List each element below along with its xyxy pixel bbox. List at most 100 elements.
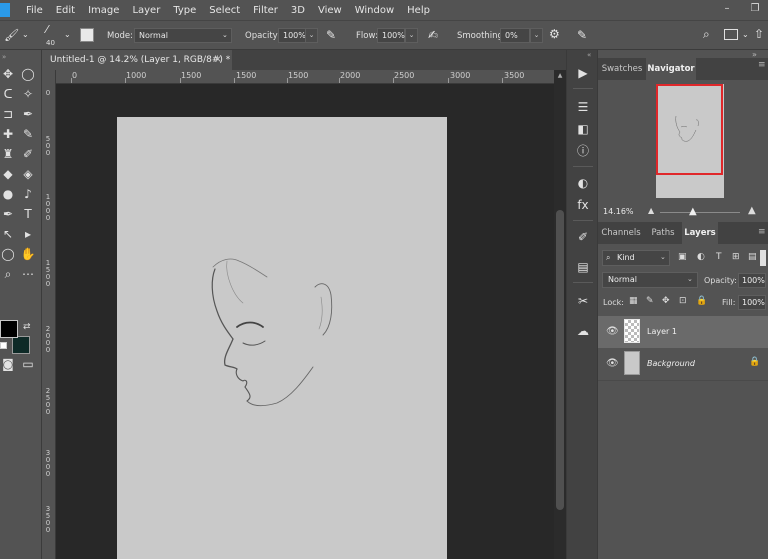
menu-filter[interactable]: Filter <box>247 5 285 16</box>
vertical-ruler[interactable]: 0 500 1000 1500 2000 2500 3000 3500 <box>42 70 56 559</box>
brush-tool-active-icon[interactable]: ✎ <box>20 126 36 142</box>
panel-collapse-icon[interactable]: » <box>752 50 757 59</box>
brush-preset-icon[interactable]: ⁄ <box>46 23 48 36</box>
move-tool-icon[interactable]: ✥ <box>0 66 16 82</box>
menu-image[interactable]: Image <box>82 5 126 16</box>
tab-navigator[interactable]: Navigator <box>646 58 696 80</box>
color-panel-icon[interactable]: ◐ <box>574 174 592 192</box>
layer-filter-select[interactable]: ⌕ Kind ⌄ <box>602 250 670 266</box>
tool-presets-icon[interactable]: ✂ <box>574 292 592 310</box>
layers-menu-icon[interactable]: ≡ <box>758 227 766 237</box>
marquee-tool-icon[interactable]: ◯ <box>20 66 36 82</box>
shape-tool-icon[interactable]: ◯ <box>0 246 16 262</box>
history-brush-tool-icon[interactable]: ✐ <box>20 146 36 162</box>
eye-icon[interactable]: 👁 <box>606 358 619 369</box>
zoom-value[interactable]: 14.16% <box>603 207 634 216</box>
brush-settings-icon[interactable] <box>80 28 94 42</box>
menu-edit[interactable]: Edit <box>50 5 82 16</box>
zoom-in-icon[interactable]: ▲ <box>748 205 756 216</box>
lock-position-icon[interactable]: ✥ <box>662 296 670 306</box>
layer-name[interactable]: Background <box>647 359 695 368</box>
filter-smart-object-icon[interactable]: ▤ <box>748 252 757 262</box>
tab-paths[interactable]: Paths <box>644 222 682 244</box>
type-tool-icon[interactable]: T <box>20 206 36 222</box>
background-color-swatch[interactable] <box>12 336 30 354</box>
brushes-panel-icon[interactable]: ✐ <box>574 228 592 246</box>
tab-swatches[interactable]: Swatches <box>598 58 646 80</box>
lock-artboard-icon[interactable]: ⊡ <box>679 296 687 306</box>
swap-colors-icon[interactable]: ⇄ <box>23 322 31 332</box>
chevron-down-icon[interactable]: ⌄ <box>22 30 29 39</box>
zoom-out-icon[interactable]: ▲ <box>648 206 654 215</box>
menu-help[interactable]: Help <box>401 5 437 16</box>
gear-icon[interactable]: ⚙ <box>549 27 560 41</box>
minimize-button[interactable]: – <box>716 0 738 20</box>
menu-3d[interactable]: 3D <box>285 5 312 16</box>
default-colors-icon[interactable] <box>0 342 7 349</box>
clone-source-panel-icon[interactable]: ▤ <box>574 258 592 276</box>
brush-preset-dropdown-icon[interactable]: ⌄ <box>64 30 71 39</box>
flow-dropdown-icon[interactable]: ⌄ <box>405 28 418 43</box>
vertical-scrollbar[interactable]: ▲ <box>554 70 566 559</box>
mode-dropdown-icon[interactable]: ⌄ <box>222 31 228 39</box>
lasso-tool-icon[interactable]: ᑕ <box>0 86 16 102</box>
layer-row-layer-1[interactable]: 👁 Layer 1 <box>598 316 768 348</box>
scroll-up-icon[interactable]: ▲ <box>556 72 564 79</box>
libraries-panel-icon[interactable]: ◧ <box>574 120 592 138</box>
crop-tool-icon[interactable]: ⊐ <box>0 106 16 122</box>
filter-adjustment-icon[interactable]: ◐ <box>697 252 705 262</box>
direct-select-tool-icon[interactable]: ▸ <box>20 226 36 242</box>
brush-tool-icon[interactable]: 🖌 <box>4 28 19 42</box>
pressure-opacity-icon[interactable]: ✎ <box>326 28 336 42</box>
menu-type[interactable]: Type <box>167 5 203 16</box>
zoom-slider-thumb[interactable]: ▲ <box>689 206 697 217</box>
airbrush-icon[interactable]: ✍ <box>428 28 438 42</box>
document-canvas[interactable] <box>117 117 447 559</box>
document-tab[interactable]: Untitled-1 @ 14.2% (Layer 1, RGB/8#) * × <box>42 50 232 70</box>
eye-icon[interactable]: 👁 <box>606 326 619 337</box>
toolbox-collapse-icon[interactable]: » <box>2 53 6 61</box>
info-panel-icon[interactable]: ⓘ <box>574 142 592 160</box>
mode-select[interactable]: Normal <box>134 28 232 43</box>
lock-all-icon[interactable]: 🔒 <box>696 296 707 306</box>
layer-row-background[interactable]: 👁 Background 🔒 <box>598 348 768 380</box>
foreground-color-swatch[interactable] <box>0 320 18 338</box>
opacity-dropdown-icon[interactable]: ⌄ <box>305 28 318 43</box>
layer-name[interactable]: Layer 1 <box>647 327 677 336</box>
pen-tool-icon[interactable]: ✒ <box>0 206 16 222</box>
menu-view[interactable]: View <box>312 5 349 16</box>
horizontal-ruler[interactable]: 0 1000 1500 1500 1500 2000 2500 3000 350… <box>56 70 554 84</box>
lock-image-icon[interactable]: ✎ <box>646 296 654 306</box>
eyedropper-tool-icon[interactable]: ✒ <box>20 106 36 122</box>
filter-pixel-icon[interactable]: ▣ <box>678 252 687 262</box>
panel-menu-icon[interactable]: ≡ <box>758 60 766 70</box>
workspace-icon[interactable] <box>724 29 738 40</box>
healing-brush-tool-icon[interactable]: ✚ <box>0 126 16 142</box>
tab-layers[interactable]: Layers <box>682 222 718 244</box>
menu-layer[interactable]: Layer <box>126 5 167 16</box>
lock-transparent-icon[interactable]: ▦ <box>629 296 638 306</box>
workspace-dropdown-icon[interactable]: ⌄ <box>742 30 749 39</box>
menu-select[interactable]: Select <box>203 5 247 16</box>
dodge-tool-icon[interactable]: ♪ <box>20 186 36 202</box>
history-panel-icon[interactable]: ▶ <box>574 64 592 82</box>
hand-tool-icon[interactable]: ✋ <box>20 246 36 262</box>
flow-input[interactable]: 100% <box>377 28 405 43</box>
search-icon[interactable]: ⌕ <box>703 27 710 42</box>
navigator-view-box[interactable] <box>656 84 723 175</box>
tab-channels[interactable]: Channels <box>598 222 644 244</box>
menu-window[interactable]: Window <box>349 5 401 16</box>
filter-shape-icon[interactable]: ⊞ <box>732 252 740 262</box>
blend-mode-select[interactable]: Normal ⌄ <box>602 272 698 288</box>
photoshop-logo-icon[interactable] <box>0 3 10 17</box>
filter-type-icon[interactable]: T <box>716 252 722 262</box>
menu-file[interactable]: File <box>20 5 50 16</box>
clone-stamp-tool-icon[interactable]: ♜ <box>0 146 16 162</box>
share-icon[interactable]: ⇧ <box>754 27 764 41</box>
eraser-tool-icon[interactable]: ◆ <box>0 166 16 182</box>
screen-mode-icon[interactable]: ▭ <box>20 356 36 372</box>
pressure-size-icon[interactable]: ✎ <box>577 28 587 42</box>
opacity-input[interactable]: 100% <box>278 28 306 43</box>
zoom-slider-track[interactable] <box>660 212 740 213</box>
layer-fill-input[interactable]: 100% <box>738 295 766 310</box>
